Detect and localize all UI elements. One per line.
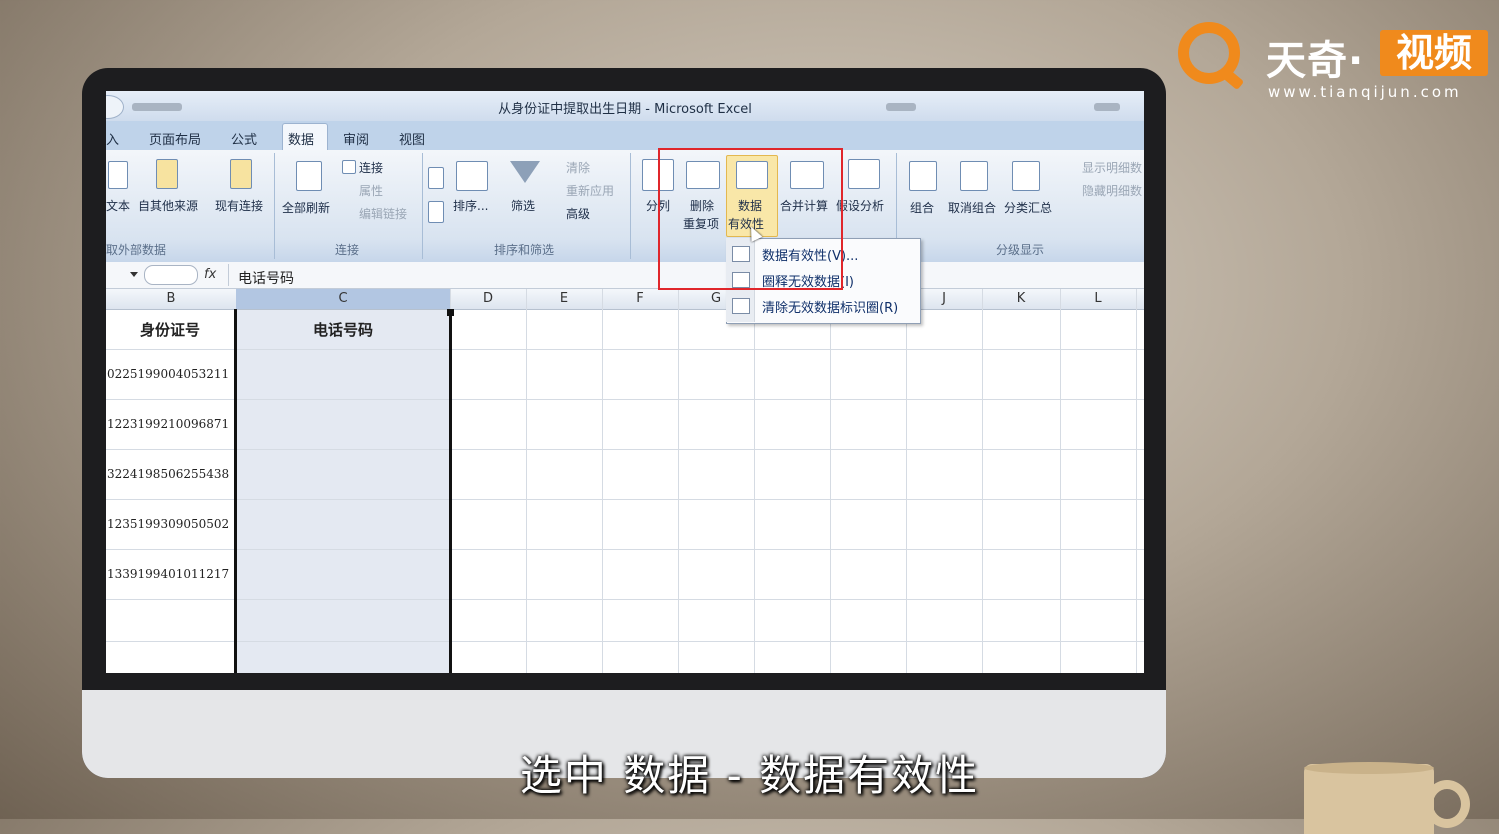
zoom-slider[interactable]	[144, 265, 198, 285]
sort-icon	[456, 161, 488, 191]
cell-id[interactable]: 1223199210096871	[107, 417, 229, 431]
cell-id[interactable]: 3224198506255438	[107, 467, 229, 481]
ungroup-icon	[960, 161, 988, 191]
col-header-e[interactable]: E	[526, 291, 602, 306]
tab-insert[interactable]: 入	[106, 129, 119, 148]
clear-circles-icon	[732, 298, 750, 314]
grid-line	[754, 289, 755, 673]
what-if-analysis-icon	[848, 159, 880, 189]
sort-asc-icon[interactable]	[428, 167, 444, 189]
col-header-l[interactable]: L	[1060, 291, 1136, 306]
from-text-button[interactable]: 文本	[106, 197, 130, 214]
cell-id[interactable]: 1235199309050502	[107, 517, 229, 531]
clear-button[interactable]: 清除	[566, 159, 590, 176]
col-header-c[interactable]: C	[236, 291, 450, 306]
database-icon	[156, 159, 178, 189]
connections-icon	[342, 160, 356, 174]
group-label-external: 取外部数据	[106, 243, 167, 257]
sort-desc-icon[interactable]	[428, 201, 444, 223]
highlight-box	[658, 148, 843, 290]
grid-line	[1060, 289, 1061, 673]
cell-id[interactable]: 1339199401011217	[107, 567, 229, 581]
column-border-left	[234, 309, 237, 673]
grid-line	[106, 549, 1144, 550]
existing-connections-button[interactable]: 现有连接	[215, 197, 263, 214]
name-box-dropdown-icon[interactable]	[130, 272, 138, 277]
cell-header-phone[interactable]: 电话号码	[237, 319, 449, 340]
tab-review[interactable]: 审阅	[343, 129, 369, 148]
grid-line	[526, 289, 527, 673]
existing-connections-icon	[230, 159, 252, 189]
grid-line	[830, 289, 831, 673]
selected-column-c[interactable]	[236, 309, 450, 673]
what-if-analysis-button[interactable]: 假设分析	[836, 197, 884, 214]
refresh-all-button[interactable]: 全部刷新	[282, 199, 330, 216]
grid-line	[106, 499, 1144, 500]
col-header-d[interactable]: D	[450, 291, 526, 306]
grid-line	[106, 599, 1144, 600]
edit-links-button[interactable]: 编辑链接	[359, 205, 407, 222]
menu-item-clear-circles[interactable]: 清除无效数据标识圈(R)	[762, 297, 898, 316]
grid-line	[602, 289, 603, 673]
from-other-sources-button[interactable]: 自其他来源	[138, 197, 198, 214]
grid-line	[106, 641, 1144, 642]
grid-line	[982, 289, 983, 673]
fx-icon[interactable]: fx	[204, 267, 216, 282]
grid-line	[106, 349, 1144, 350]
grid-line	[106, 449, 1144, 450]
properties-button[interactable]: 属性	[359, 182, 383, 199]
group-label-sort-filter: 排序和筛选	[494, 243, 555, 257]
subtotal-button[interactable]: 分类汇总	[1004, 199, 1052, 216]
connections-button[interactable]: 连接	[359, 159, 383, 176]
hide-detail-button[interactable]: 隐藏明细数	[1082, 182, 1142, 199]
sort-button[interactable]: 排序...	[453, 197, 488, 214]
group-label-outline: 分级显示	[996, 243, 1045, 257]
grid-line	[1136, 289, 1137, 673]
refresh-all-icon	[296, 161, 322, 191]
filter-button[interactable]: 筛选	[511, 197, 535, 214]
formula-divider	[228, 264, 229, 286]
logo-brand: 天奇·	[1266, 38, 1365, 84]
video-subtitle: 选中 数据 - 数据有效性	[519, 751, 980, 800]
ribbon-tabs	[106, 121, 1144, 150]
tab-formulas[interactable]: 公式	[231, 129, 257, 148]
col-header-k[interactable]: K	[982, 291, 1060, 306]
fill-handle[interactable]	[447, 309, 454, 316]
tab-view[interactable]: 视图	[399, 129, 425, 148]
grid-line	[906, 289, 907, 673]
grid-line	[106, 399, 1144, 400]
tab-page-layout[interactable]: 页面布局	[149, 129, 201, 148]
window-title: 从身份证中提取出生日期 - Microsoft Excel	[498, 102, 752, 117]
formula-input[interactable]: 电话号码	[238, 268, 294, 288]
group-button[interactable]: 组合	[910, 199, 934, 216]
excel-window: 从身份证中提取出生日期 - Microsoft Excel 入 页面布局 公式 …	[106, 91, 1144, 673]
filter-icon	[510, 161, 540, 183]
text-file-icon	[108, 161, 128, 189]
tab-data[interactable]: 数据	[288, 129, 314, 148]
show-detail-button[interactable]: 显示明细数	[1082, 159, 1142, 176]
logo-mark-icon	[1178, 22, 1240, 84]
col-header-b[interactable]: B	[106, 291, 236, 306]
group-label-connections: 连接	[335, 243, 360, 257]
col-header-f[interactable]: F	[602, 291, 678, 306]
subtotal-icon	[1012, 161, 1040, 191]
cell-header-id[interactable]: 身份证号	[106, 319, 234, 340]
cell-id[interactable]: 0225199004053211	[107, 367, 229, 381]
ungroup-button[interactable]: 取消组合	[948, 199, 996, 216]
column-border-right	[449, 309, 452, 673]
advanced-button[interactable]: 高级	[566, 205, 590, 222]
grid-line	[678, 289, 679, 673]
reapply-button[interactable]: 重新应用	[566, 182, 614, 199]
logo-brand-box: 视频	[1380, 30, 1488, 76]
logo-url: www.tianqijun.com	[1268, 83, 1462, 101]
group-icon	[909, 161, 937, 191]
